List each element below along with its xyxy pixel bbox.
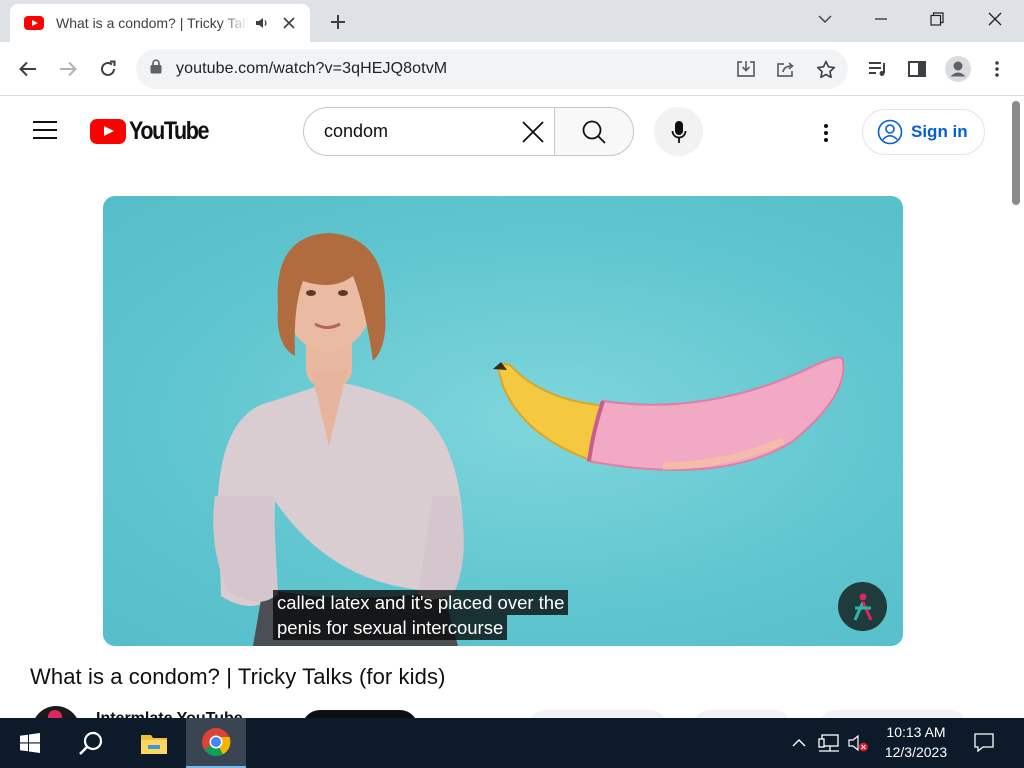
install-icon[interactable] [734,57,758,81]
file-explorer-icon[interactable] [124,718,184,768]
channel-name[interactable]: Intermlate YouTube [96,710,243,718]
youtube-favicon-icon [24,16,44,30]
tab-title: What is a condom? | Tricky Talks (for ki… [56,15,248,31]
video-owner-row: Intermlate YouTube [0,706,1008,718]
tab-close-icon[interactable] [280,14,298,32]
browser-tab-active[interactable]: What is a condom? | Tricky Talks (for ki… [10,4,310,42]
caption-line-2: penis for sexual intercourse [273,615,508,640]
guide-menu-icon[interactable] [33,121,57,141]
taskbar-clock[interactable]: 10:13 AM 12/3/2023 [876,722,956,762]
video-captions: called latex and it's placed over the pe… [273,590,569,640]
sign-in-button[interactable]: Sign in [862,109,985,155]
share-button[interactable] [692,710,792,718]
tab-search-chevron-icon[interactable] [802,0,848,38]
clear-search-icon[interactable] [520,119,546,145]
address-bar[interactable]: youtube.com/watch?v=3qHEJQ8otvM [136,49,848,89]
youtube-masthead: YouTube Sign in [0,97,1008,167]
browser-tab-strip: What is a condom? | Tricky Talks (for ki… [0,0,1024,42]
scrollbar-thumb[interactable] [1012,101,1020,205]
new-tab-button[interactable] [326,10,350,34]
reload-icon[interactable] [94,55,122,83]
sign-in-label: Sign in [911,122,968,141]
clock-time: 10:13 AM [886,724,946,740]
lock-icon[interactable] [150,59,162,79]
channel-avatar[interactable] [32,706,80,718]
chrome-taskbar-icon[interactable] [186,718,246,768]
search-button[interactable] [554,107,634,156]
search-icon[interactable] [60,718,122,768]
share-icon[interactable] [774,57,798,81]
voice-search-button[interactable] [654,107,703,156]
settings-more-icon[interactable] [812,119,840,147]
url-text[interactable]: youtube.com/watch?v=3qHEJQ8otvM [176,60,447,78]
browser-toolbar: youtube.com/watch?v=3qHEJQ8otvM [0,42,1024,96]
notifications-icon[interactable] [966,718,1002,768]
video-frame-image [213,233,845,646]
youtube-logo-text: YouTube [129,117,210,145]
volume-muted-icon[interactable] [844,718,872,768]
close-window-icon[interactable] [972,0,1018,38]
search-box [303,107,555,156]
search-input[interactable] [324,121,504,142]
windows-taskbar: 10:13 AM 12/3/2023 [0,718,1024,768]
windows-start-icon[interactable] [0,718,60,768]
microphone-icon [671,120,686,143]
video-title: What is a condom? | Tricky Talks (for ki… [30,664,446,689]
video-player[interactable]: called latex and it's placed over the pe… [103,196,903,646]
restore-window-icon[interactable] [914,0,960,38]
banana-illustration [493,356,845,471]
caption-line-1: called latex and it's placed over the [273,590,569,615]
search-icon [582,120,606,144]
back-arrow-icon[interactable] [14,55,42,83]
tray-chevron-icon[interactable] [786,718,812,768]
profile-icon[interactable] [944,55,972,83]
channel-watermark-icon[interactable] [838,582,887,631]
page-scrollbar[interactable] [1008,97,1024,718]
minimize-window-icon[interactable] [858,0,904,38]
menu-dots-icon[interactable] [983,55,1011,83]
forward-arrow-icon[interactable] [54,55,82,83]
presenter-figure [213,233,464,646]
media-controls-icon[interactable] [864,55,892,83]
download-button[interactable] [818,710,968,718]
network-icon[interactable] [814,718,844,768]
speaker-icon[interactable] [254,15,270,31]
clock-date: 12/3/2023 [884,744,948,760]
account-icon [877,119,903,145]
youtube-play-logo-icon [90,119,126,144]
like-dislike-button[interactable] [528,710,668,718]
side-panel-icon[interactable] [903,55,931,83]
youtube-logo[interactable]: YouTube [90,117,221,146]
bookmark-star-icon[interactable] [814,57,838,81]
subscribe-button[interactable] [302,710,418,718]
